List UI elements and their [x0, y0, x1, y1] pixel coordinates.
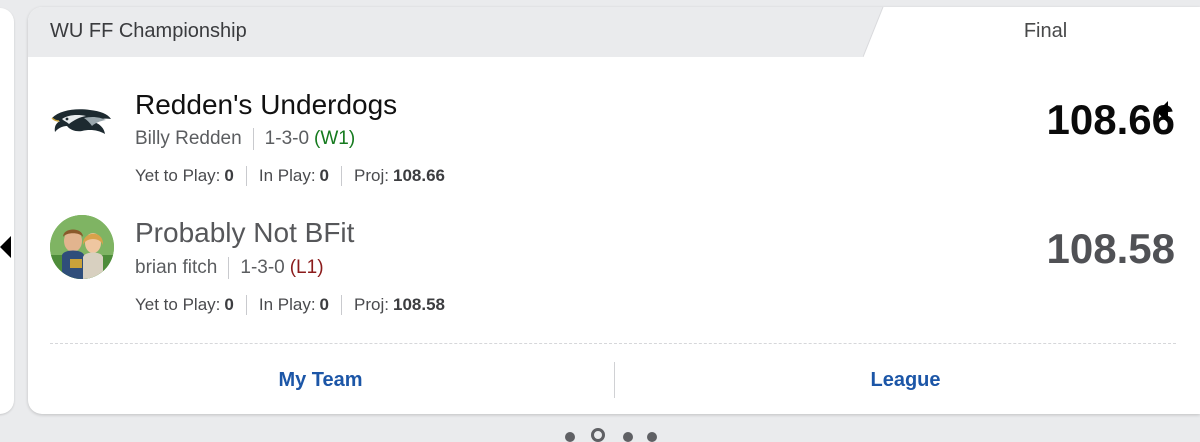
previous-arrow-icon[interactable]: [0, 236, 11, 258]
team-avatar-photo: [50, 215, 114, 279]
separator: [341, 295, 343, 315]
my-team-button[interactable]: My Team: [218, 369, 423, 392]
proj-label: Proj:: [354, 295, 389, 314]
yet-to-play-value: 0: [224, 295, 234, 314]
game-status: Final: [1023, 20, 1068, 42]
pagination-dot[interactable]: [565, 432, 575, 442]
yet-to-play-label: Yet to Play:: [135, 295, 221, 314]
owner-record-line: brian fitch 1-3-0 (L1): [135, 257, 324, 279]
in-play-label: In Play:: [258, 166, 316, 185]
pagination-dot-active[interactable]: [591, 428, 605, 442]
league-button[interactable]: League: [803, 369, 1008, 392]
previous-matchup-card[interactable]: [0, 8, 14, 414]
team-name[interactable]: Probably Not BFit: [135, 217, 354, 249]
footer-divider: [50, 343, 1176, 344]
in-play-value: 0: [319, 166, 330, 185]
yet-to-play-label: Yet to Play:: [135, 166, 221, 185]
team-name[interactable]: Redden's Underdogs: [135, 89, 397, 121]
matchup-card: WU FF Championship Final Redden's Underd…: [28, 7, 1200, 414]
matchup-title: WU FF Championship: [50, 20, 247, 42]
in-play-label: In Play:: [258, 295, 316, 314]
avatar-photo-icon: [50, 215, 114, 279]
status-tab-edge: [863, 7, 884, 57]
separator: [245, 166, 247, 186]
owner-record-line: Billy Redden 1-3-0 (W1): [135, 128, 355, 150]
pagination-dot[interactable]: [623, 432, 633, 442]
team-record: 1-3-0: [240, 257, 285, 278]
footer-separator: [614, 362, 615, 398]
team-score: 108.66: [1046, 96, 1175, 143]
pagination-dot[interactable]: [647, 432, 657, 442]
team-stats-line: Yet to Play: 0 In Play: 0 Proj: 108.66: [135, 166, 445, 186]
team-stats-line: Yet to Play: 0 In Play: 0 Proj: 108.58: [135, 295, 445, 315]
separator: [245, 295, 247, 315]
winner-indicator-icon: [1157, 101, 1168, 123]
eagle-logo-icon: [51, 109, 111, 134]
separator: [341, 166, 343, 186]
streak-badge: (W1): [314, 128, 356, 149]
yet-to-play-value: 0: [224, 166, 234, 185]
proj-value: 108.58: [392, 295, 445, 314]
proj-label: Proj:: [354, 166, 389, 185]
team-score: 108.58: [1046, 225, 1175, 272]
proj-value: 108.66: [392, 166, 445, 185]
owner-name: Billy Redden: [135, 128, 242, 149]
team-record: 1-3-0: [264, 128, 310, 149]
streak-badge: (L1): [289, 257, 324, 278]
in-play-value: 0: [319, 295, 330, 314]
separator: [228, 257, 230, 279]
separator: [252, 128, 254, 150]
owner-name: brian fitch: [135, 257, 218, 278]
